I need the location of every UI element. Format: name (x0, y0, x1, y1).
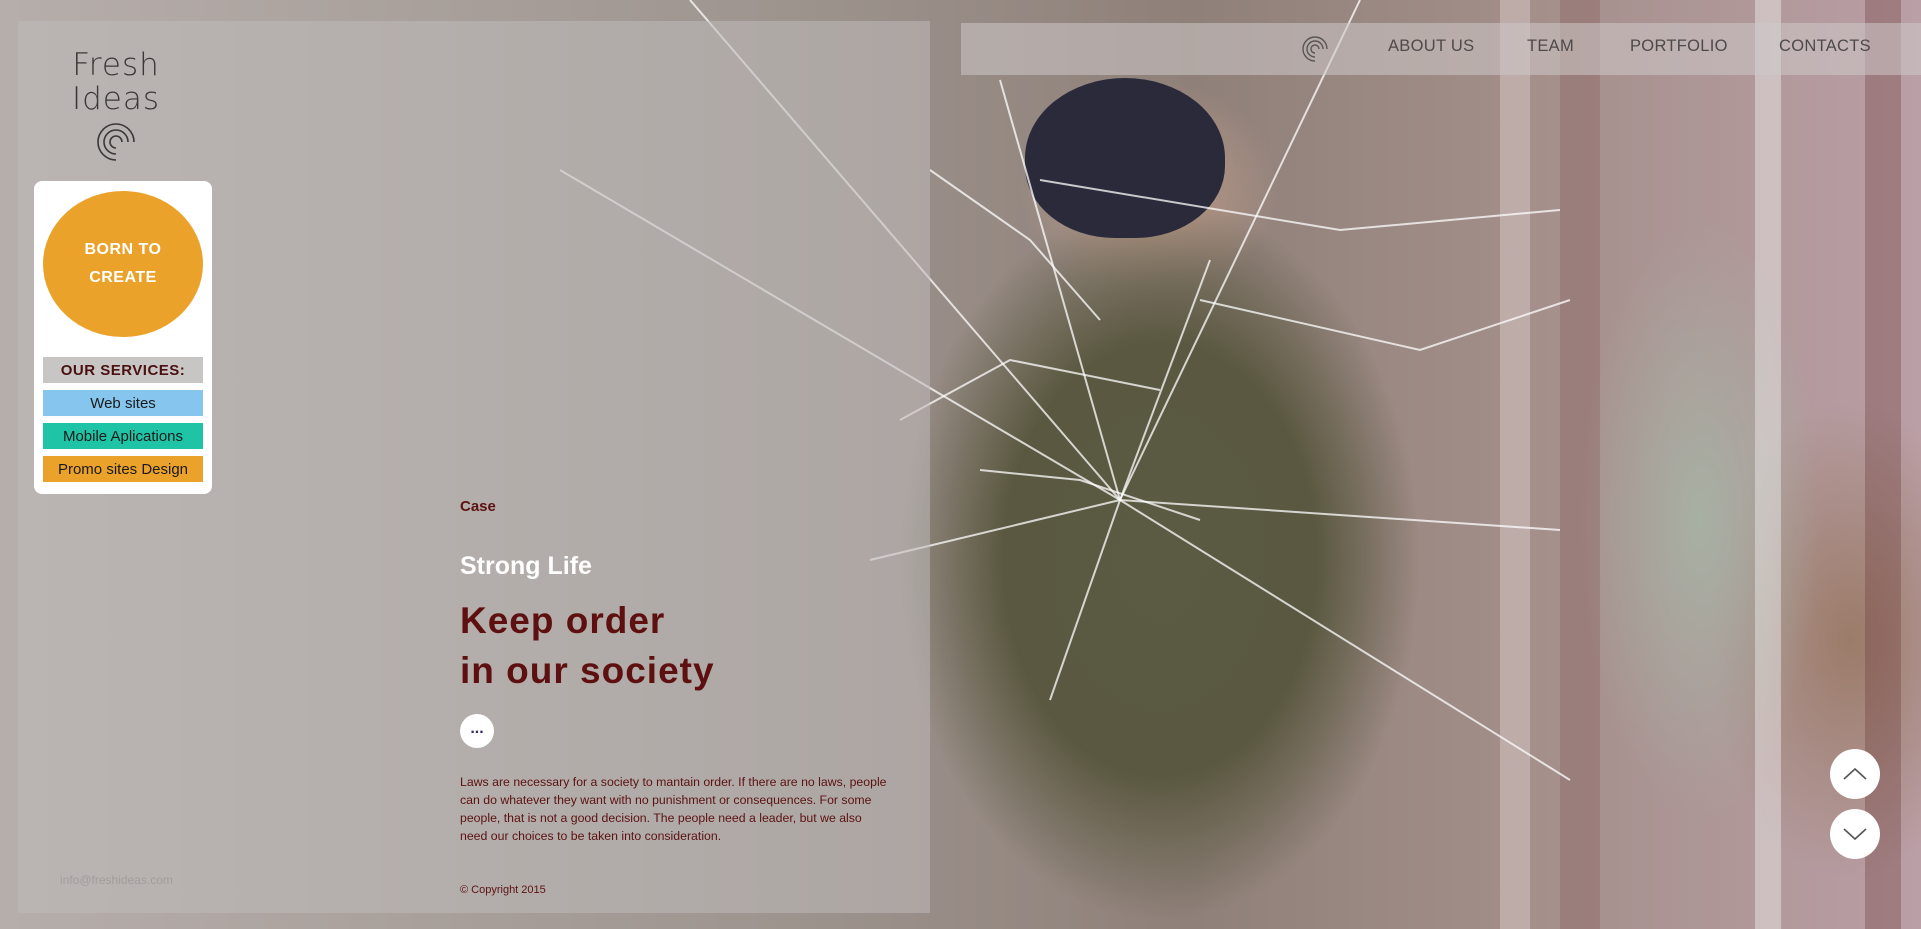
born-to-create-badge[interactable]: BORN TO CREATE (43, 191, 203, 337)
headline-line2: in our society (460, 650, 715, 691)
nav-team[interactable]: TEAM (1527, 37, 1574, 56)
copyright-text: © Copyright 2015 (460, 884, 546, 896)
hero-subtitle: Strong Life (460, 552, 592, 580)
brand-logo[interactable]: Fresh Ideas (70, 48, 162, 162)
read-more-button[interactable]: ... (460, 714, 494, 748)
service-mobile-applications[interactable]: Mobile Aplications (43, 423, 203, 449)
service-promo-sites-design[interactable]: Promo sites Design (43, 456, 203, 482)
services-heading: OUR SERVICES: (43, 357, 203, 383)
nav-contacts[interactable]: CONTACTS (1779, 37, 1871, 56)
nav-about-us[interactable]: ABOUT US (1388, 37, 1474, 56)
badge-line1: BORN TO (84, 241, 162, 258)
headline-line1: Keep order (460, 600, 666, 641)
logo-text-line2: Ideas (71, 81, 161, 117)
nav-portfolio[interactable]: PORTFOLIO (1630, 37, 1728, 56)
scroll-up-button[interactable] (1830, 749, 1880, 799)
spiral-icon[interactable] (1302, 35, 1328, 63)
chevron-down-icon (1843, 828, 1867, 841)
logo-text-line1: Fresh (72, 47, 160, 83)
contact-email[interactable]: info@freshideas.com (60, 873, 173, 887)
service-web-sites[interactable]: Web sites (43, 390, 203, 416)
services-card: BORN TO CREATE OUR SERVICES: Web sites M… (34, 181, 212, 494)
chevron-up-icon (1843, 767, 1867, 780)
badge-line2: CREATE (89, 269, 157, 286)
hero-description: Laws are necessary for a society to mant… (460, 775, 887, 843)
spiral-logo-icon (97, 123, 135, 161)
scroll-down-button[interactable] (1830, 809, 1880, 859)
hero-headline: Keep order in our society (460, 596, 715, 696)
case-label: Case (460, 498, 496, 515)
